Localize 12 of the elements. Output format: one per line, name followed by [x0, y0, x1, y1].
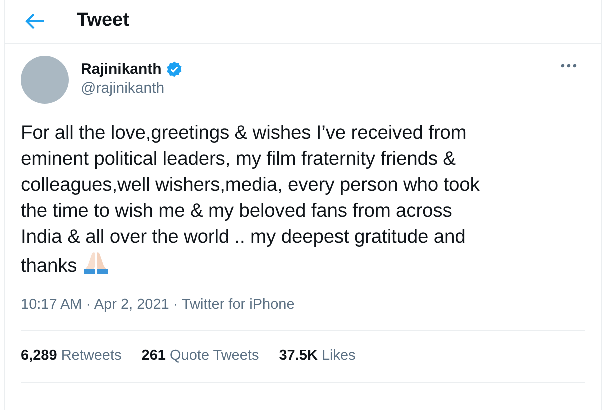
stat-link[interactable]: 6,289 Retweets [21, 346, 122, 368]
praying-hands-icon [82, 251, 110, 275]
more-options-icon[interactable] [561, 64, 577, 68]
author-name[interactable]: Rajinikanth [81, 60, 162, 79]
tweet-timestamp: 10:17 AM · Apr 2, 2021 · Twitter for iPhone [21, 296, 296, 315]
back-arrow-icon[interactable] [25, 13, 45, 30]
stat-link[interactable]: 261 Quote Tweets [142, 346, 260, 368]
page-title: Tweet [77, 9, 130, 34]
avatar[interactable] [21, 56, 69, 104]
author-handle[interactable]: @rajinikanth [81, 79, 553, 98]
stat-link[interactable]: 37.5K Likes [279, 346, 356, 368]
tweet-text: For all the love,greetings & wishes I’ve received from eminent political leaders, my film fraternity friends & colleagues,well wishers,media, every person who took the time to wish me & my beloved fans from across India & all over the world .. my deepest gratitude and thanks [21, 122, 481, 279]
